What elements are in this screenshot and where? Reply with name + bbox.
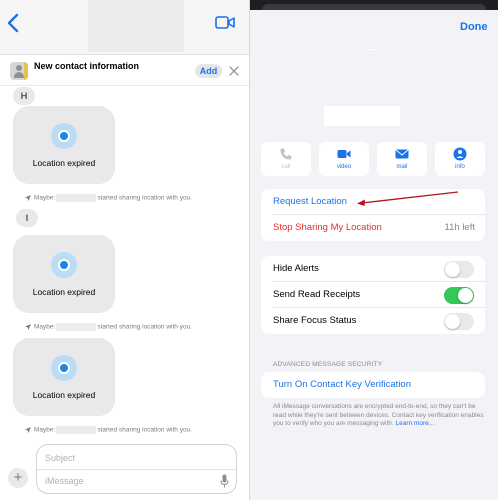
contact-card-icon [10, 62, 28, 80]
subject-input[interactable] [45, 450, 230, 466]
messages-conversation-pane: New contact information Add H Location e… [0, 0, 249, 500]
video-camera-icon [337, 150, 351, 158]
redacted-name [56, 323, 97, 331]
conversation-header [0, 0, 249, 55]
sender-initial-bubble: H [13, 87, 35, 105]
location-sharing-notice: Maybe: started sharing location with you. [25, 426, 192, 434]
learn-more-link[interactable]: Learn more... [395, 420, 434, 427]
notice-suffix: started sharing location with you. [97, 426, 192, 434]
header-mark [370, 49, 376, 50]
new-contact-title: New contact information [34, 61, 140, 71]
call-action-button[interactable]: call [261, 142, 311, 176]
notice-prefix: Maybe: [34, 194, 56, 202]
security-footer-text: All iMessage conversations are encrypted… [273, 403, 484, 428]
contact-key-verification-row[interactable]: Turn On Contact Key Verification [261, 372, 485, 398]
location-sharing-notice: Maybe: started sharing location with you. [25, 194, 192, 202]
sharing-time-remaining: 11h left [444, 222, 475, 233]
compose-divider [37, 469, 236, 470]
redacted-name [56, 426, 97, 434]
info-action-label: info [455, 164, 465, 170]
contact-name-redacted [324, 106, 400, 126]
location-message-bubble[interactable]: Location expired [13, 235, 115, 313]
microphone-icon[interactable] [220, 474, 229, 488]
location-message-bubble[interactable]: Location expired [13, 106, 115, 184]
add-contact-button[interactable]: Add [195, 64, 222, 78]
location-pin-icon [51, 123, 77, 149]
notice-suffix: started sharing location with you. [97, 194, 192, 202]
location-sharing-notice: Maybe: started sharing location with you. [25, 323, 192, 331]
notice-suffix: started sharing location with you. [97, 323, 192, 331]
contact-key-verification-label: Turn On Contact Key Verification [273, 379, 411, 390]
contact-avatar-redacted[interactable] [88, 0, 184, 52]
read-receipts-label: Send Read Receipts [273, 289, 361, 300]
location-status-label: Location expired [32, 287, 96, 297]
phone-icon [280, 148, 292, 160]
sheet-backdrop [250, 0, 498, 10]
video-action-label: video [336, 164, 352, 170]
location-arrow-icon [25, 324, 31, 330]
facetime-video-icon[interactable] [215, 15, 235, 30]
imessage-input[interactable] [45, 473, 215, 489]
focus-status-toggle[interactable] [444, 313, 474, 330]
security-footer-note: All iMessage conversations are encrypted… [273, 403, 488, 429]
notice-prefix: Maybe: [34, 426, 56, 434]
notice-prefix: Maybe: [34, 323, 56, 331]
location-arrow-icon [25, 427, 31, 433]
mail-action-button[interactable]: mail [377, 142, 427, 176]
location-pin-icon [51, 355, 77, 381]
back-chevron-icon[interactable] [6, 13, 22, 33]
info-icon [453, 147, 467, 161]
mail-action-label: mail [396, 164, 408, 170]
stop-sharing-label: Stop Sharing My Location [273, 222, 382, 233]
settings-group: Hide Alerts Send Read Receipts Share Foc… [261, 256, 485, 334]
call-action-label: call [281, 164, 291, 170]
hide-alerts-label: Hide Alerts [273, 263, 319, 274]
hide-alerts-row: Hide Alerts [261, 256, 485, 282]
sender-initial-bubble: I [16, 209, 38, 227]
request-location-label: Request Location [273, 196, 347, 207]
security-group: Turn On Contact Key Verification [261, 372, 485, 398]
contact-action-row: call video mail info [261, 142, 485, 176]
read-receipts-row: Send Read Receipts [261, 282, 485, 308]
security-section-header: ADVANCED MESSAGE SECURITY [273, 361, 383, 368]
location-arrow-icon [25, 195, 31, 201]
focus-status-label: Share Focus Status [273, 315, 357, 326]
stop-sharing-row[interactable]: Stop Sharing My Location 11h left [261, 215, 485, 241]
annotation-arrow-icon [357, 191, 459, 206]
redacted-name [56, 194, 97, 202]
mail-icon [395, 149, 409, 159]
compose-box [36, 444, 237, 494]
compose-area: + [0, 440, 249, 500]
done-button[interactable]: Done [460, 21, 488, 33]
read-receipts-toggle[interactable] [444, 287, 474, 304]
contact-details-sheet: Done call video mail info Request Locati… [250, 0, 498, 500]
apps-plus-button[interactable]: + [8, 468, 28, 488]
location-pin-icon [51, 252, 77, 278]
location-status-label: Location expired [32, 158, 96, 168]
close-icon[interactable] [229, 66, 239, 76]
location-status-label: Location expired [32, 390, 96, 400]
focus-status-row: Share Focus Status [261, 308, 485, 334]
location-message-bubble[interactable]: Location expired [13, 338, 115, 416]
video-action-button[interactable]: video [319, 142, 369, 176]
hide-alerts-toggle[interactable] [444, 261, 474, 278]
info-action-button[interactable]: info [435, 142, 485, 176]
